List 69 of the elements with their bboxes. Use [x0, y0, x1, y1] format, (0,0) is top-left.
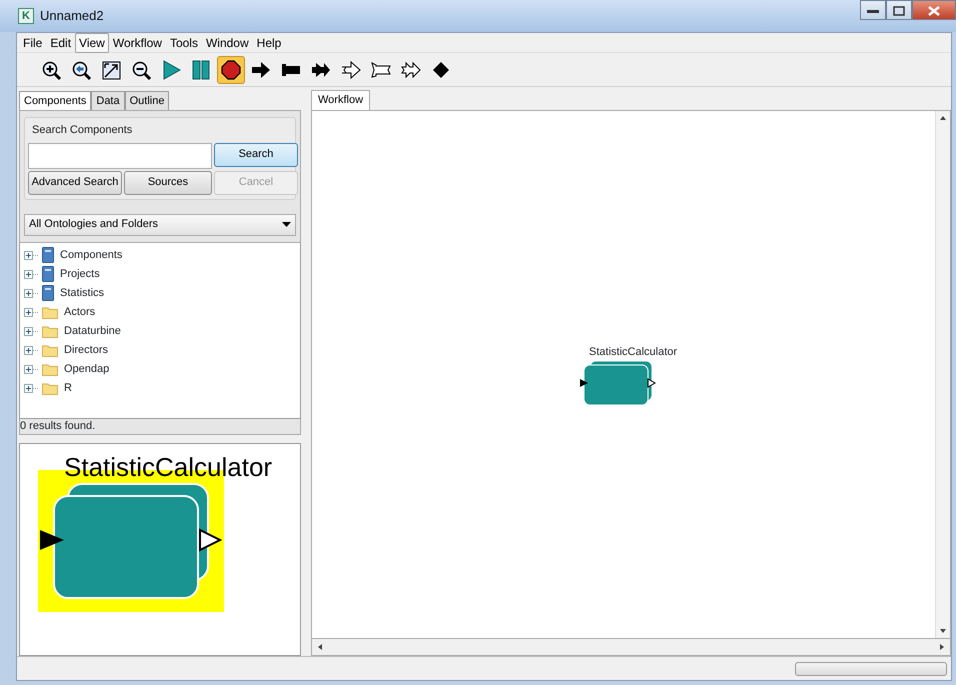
tree-item[interactable]: Actors [61, 304, 96, 320]
stop-button[interactable] [217, 56, 245, 84]
zoom-out-icon [131, 60, 151, 80]
vertical-scrollbar[interactable] [935, 111, 950, 638]
tree-item[interactable]: Opendap [61, 360, 110, 378]
menu-item[interactable]: Help [252, 32, 286, 52]
minimize-button[interactable] [860, 0, 886, 20]
expand-icon[interactable] [24, 364, 39, 374]
folder-icon [42, 362, 58, 376]
tree-item[interactable]: Projects [57, 266, 100, 282]
tab[interactable]: Data [91, 91, 125, 110]
scope-dropdown[interactable]: All Ontologies and Folders [24, 214, 296, 236]
tree-item[interactable]: Statistics [57, 284, 104, 302]
horizontal-scrollbar[interactable] [311, 639, 951, 656]
menu-item[interactable]: Tools [166, 32, 202, 52]
play-icon [161, 60, 181, 80]
folder-icon [42, 324, 58, 338]
expand-icon[interactable] [24, 308, 39, 316]
tree-item[interactable]: Directors [61, 342, 108, 358]
search-panel-button[interactable]: Sources [124, 170, 212, 194]
menu-item[interactable]: Window [202, 32, 253, 52]
book-icon [42, 285, 54, 301]
folder-icon [42, 306, 58, 318]
results-count: 0 results found. [19, 418, 301, 434]
folder-icon [42, 382, 58, 394]
search-field[interactable] [28, 142, 212, 168]
maximize-icon [893, 6, 905, 16]
scroll-left-icon[interactable] [316, 643, 324, 651]
maximize-button[interactable] [886, 0, 912, 20]
expand-icon[interactable] [24, 384, 39, 392]
search-panel-button[interactable]: Advanced Search [28, 170, 122, 194]
group-title: Search Components [31, 123, 134, 138]
caret-icon [282, 222, 291, 227]
zoom-fit-icon [101, 60, 121, 80]
tab[interactable]: Workflow [311, 90, 370, 110]
menu-item[interactable]: Edit [46, 32, 76, 52]
tab[interactable]: Outline [124, 91, 170, 110]
zoom-in-icon [41, 60, 61, 80]
outline-arrow-icon [341, 60, 361, 80]
book-icon [42, 247, 54, 263]
tree-item[interactable]: Components [57, 246, 122, 264]
menu-item[interactable]: Workflow [108, 32, 166, 52]
actor-label: StatisticCalculator [589, 345, 678, 360]
expand-icon[interactable] [24, 270, 39, 278]
menu-item[interactable]: View [75, 32, 109, 52]
expand-icon[interactable] [24, 288, 39, 298]
outline-double-arrow-icon [401, 60, 421, 80]
search-panel-button[interactable]: Search [214, 142, 298, 166]
tab[interactable]: Components [19, 91, 92, 110]
expand-icon[interactable] [24, 346, 39, 354]
scroll-right-icon[interactable] [938, 643, 946, 651]
close-icon [928, 6, 940, 16]
expand-icon[interactable] [24, 250, 39, 260]
expand-icon[interactable] [24, 326, 39, 336]
arrow-icon [251, 60, 271, 80]
app-icon: K [18, 8, 34, 24]
folder-icon [42, 344, 58, 356]
zoom-back-icon [71, 60, 91, 80]
tree-item[interactable]: Dataturbine [61, 322, 121, 340]
window-title: Unnamed2 [40, 7, 104, 26]
pause-icon [191, 60, 211, 80]
close-button[interactable] [912, 0, 956, 20]
outline-flag-icon [371, 60, 391, 80]
tree-item[interactable]: R [61, 380, 72, 396]
stop-icon [221, 60, 241, 80]
book-icon [42, 266, 54, 282]
actor-icon[interactable] [580, 359, 656, 405]
diamond-icon [431, 60, 451, 80]
menu-item[interactable]: File [19, 32, 46, 52]
